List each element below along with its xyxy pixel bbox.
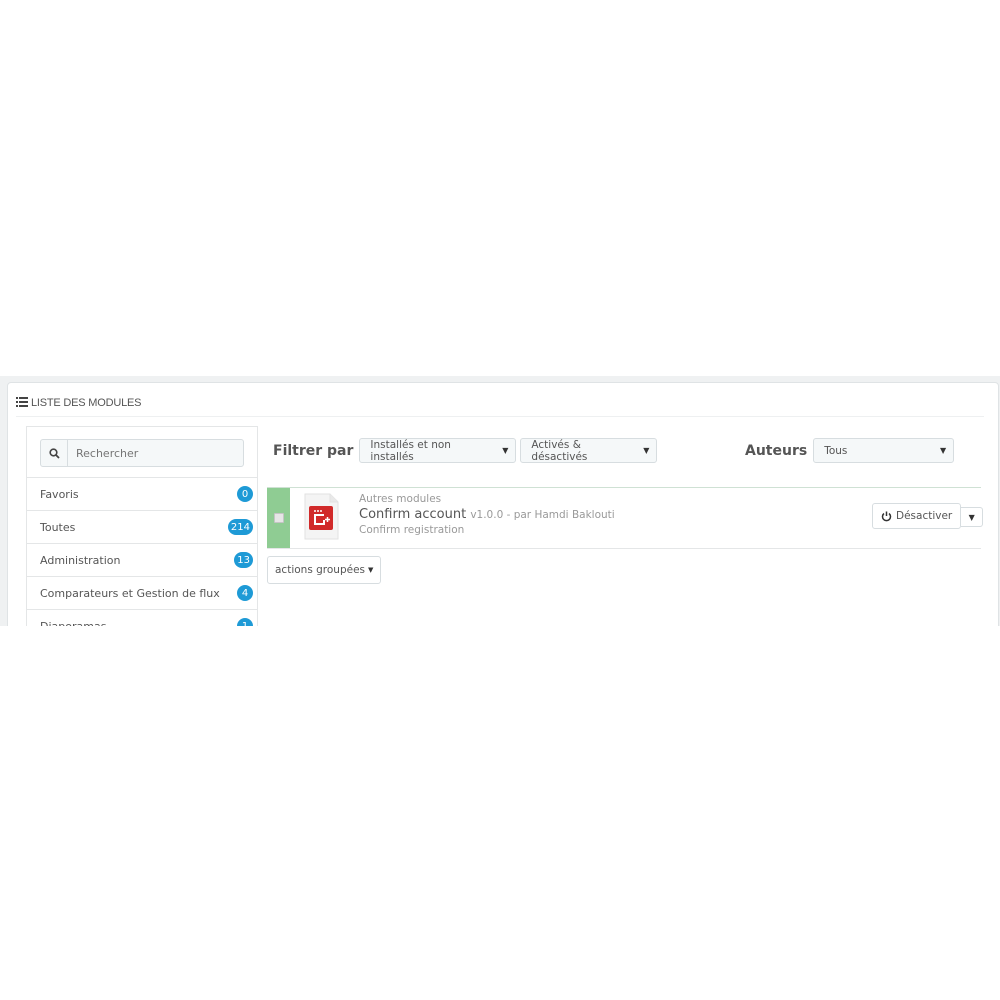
module-info: Autres modules Confirm account v1.0.0 - … — [359, 493, 615, 536]
category-label: Administration — [40, 553, 121, 567]
bulk-actions-button[interactable]: actions groupées ▼ — [267, 556, 382, 584]
deactivate-label: Désactiver — [896, 510, 953, 522]
deactivate-button[interactable]: Désactiver — [872, 503, 962, 529]
count-badge: 1 — [237, 618, 253, 626]
module-category: Autres modules — [359, 493, 442, 505]
caret-down-icon: ▼ — [368, 566, 374, 574]
module-action-group: Désactiver ▼ — [872, 503, 984, 529]
filter-bar: Filtrer par Installés et non installés ▼… — [273, 438, 658, 463]
count-badge: 13 — [234, 552, 253, 568]
module-logo-icon — [302, 493, 340, 541]
panel-title: LISTE DES MODULES — [31, 397, 142, 409]
category-label: Comparateurs et Gestion de flux — [40, 586, 220, 600]
module-version-author: v1.0.0 - par Hamdi Baklouti — [470, 509, 615, 521]
filter-label: Filtrer par — [273, 442, 354, 459]
caret-down-icon: ▼ — [643, 446, 650, 455]
category-administration[interactable]: Administration 13 — [27, 543, 257, 576]
status-filter-value: Activés & désactivés — [531, 438, 588, 463]
module-description: Confirm registration — [359, 524, 465, 536]
category-comparateurs[interactable]: Comparateurs et Gestion de flux 4 — [27, 576, 257, 609]
module-name: Confirm account — [359, 507, 467, 522]
search-input[interactable] — [68, 440, 238, 466]
count-badge: 4 — [237, 585, 253, 601]
category-diaporamas[interactable]: Diaporamas 1 — [27, 609, 257, 626]
install-filter-value: Installés et non installés — [370, 438, 451, 463]
module-checkbox[interactable] — [274, 513, 284, 523]
authors-value: Tous — [824, 444, 848, 457]
more-actions-dropdown[interactable]: ▼ — [961, 507, 984, 527]
caret-down-icon: ▼ — [502, 446, 509, 455]
category-label: Toutes — [40, 520, 76, 534]
authors-label: Auteurs — [745, 442, 808, 459]
caret-down-icon: ▼ — [940, 446, 947, 455]
authors-filter: Auteurs Tous ▼ — [745, 438, 955, 463]
category-label: Favoris — [40, 487, 79, 501]
search-box — [40, 439, 244, 467]
status-filter-select[interactable]: Activés & désactivés ▼ — [520, 438, 658, 463]
modules-panel: LISTE DES MODULES Favoris 0 Toutes 214 — [7, 382, 999, 626]
install-filter-select[interactable]: Installés et non installés ▼ — [359, 438, 517, 463]
caret-down-icon: ▼ — [968, 512, 975, 522]
category-list: Favoris 0 Toutes 214 Administration 13 C… — [27, 477, 257, 626]
app-viewport: LISTE DES MODULES Favoris 0 Toutes 214 — [0, 376, 1000, 626]
authors-select[interactable]: Tous ▼ — [813, 438, 955, 463]
bulk-actions-label: actions groupées — [275, 564, 366, 576]
category-favoris[interactable]: Favoris 0 — [27, 477, 257, 510]
count-badge: 0 — [237, 486, 253, 502]
power-icon — [881, 511, 892, 522]
count-badge: 214 — [227, 519, 253, 535]
list-icon — [16, 396, 28, 410]
category-label: Diaporamas — [40, 619, 107, 627]
module-row: Autres modules Confirm account v1.0.0 - … — [267, 487, 984, 549]
panel-header: LISTE DES MODULES — [16, 390, 984, 417]
category-toutes[interactable]: Toutes 214 — [27, 510, 257, 543]
category-sidebar: Favoris 0 Toutes 214 Administration 13 C… — [26, 426, 258, 626]
search-icon[interactable] — [41, 440, 68, 466]
enabled-status-bar — [267, 488, 290, 548]
